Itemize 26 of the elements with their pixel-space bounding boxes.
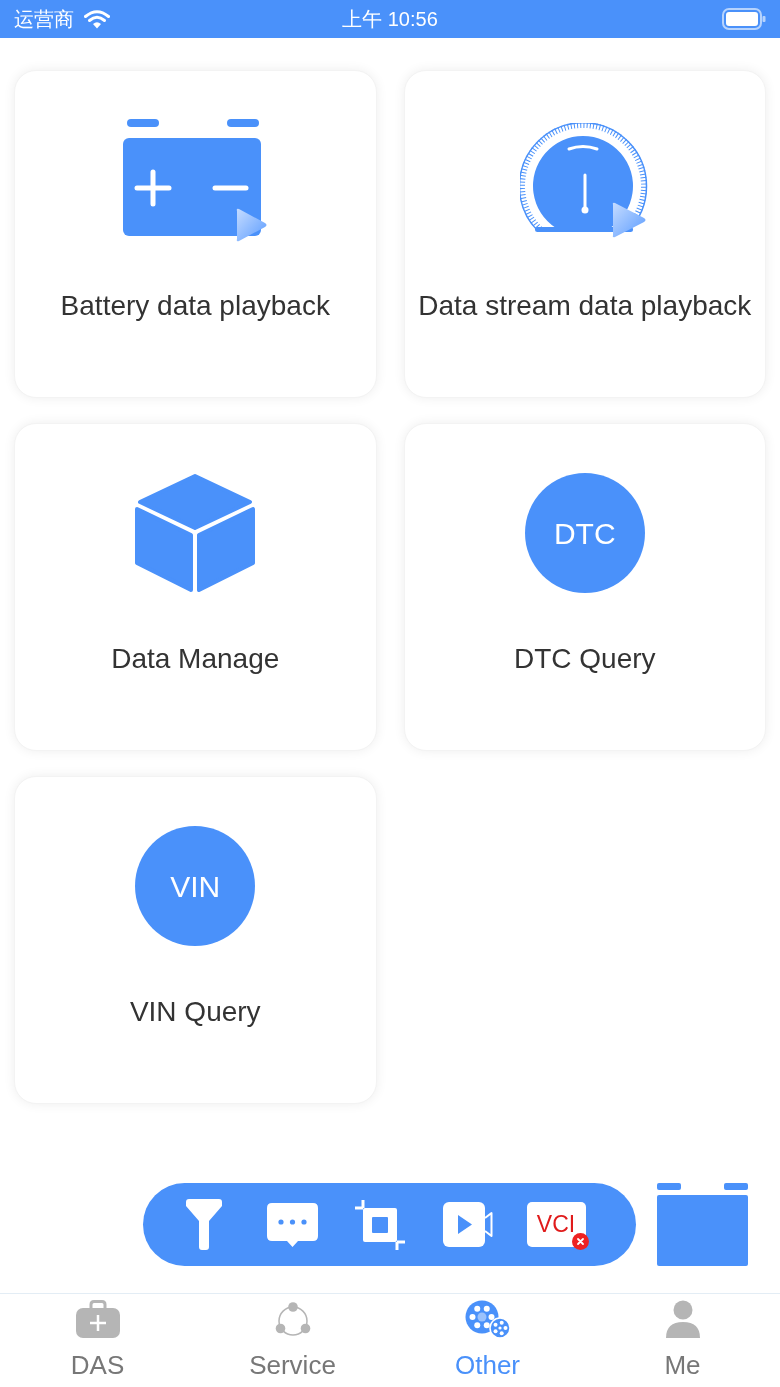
feature-tile[interactable]: Battery data playback [14, 70, 377, 398]
feature-tile[interactable]: VIN VIN Query [14, 776, 377, 1104]
tab[interactable]: DAS [0, 1294, 195, 1387]
feature-tile[interactable]: Data Manage [14, 423, 377, 751]
feature-tile[interactable]: DTC DTC Query [403, 423, 766, 751]
battery-play-icon [122, 118, 268, 242]
carrier-name: 运营商 [14, 7, 74, 32]
crop-icon [355, 1199, 405, 1250]
cube-icon [134, 473, 257, 593]
tab[interactable]: Service [195, 1294, 390, 1387]
message-icon [266, 1202, 318, 1247]
vci-button[interactable]: VCI [526, 1202, 586, 1247]
tab[interactable]: Me [585, 1294, 780, 1387]
gauge-play-icon [519, 122, 650, 238]
user-icon [664, 1300, 701, 1338]
battery-icon [722, 8, 766, 30]
status-time: 上午 10:56 [342, 7, 438, 32]
code-badge: DTC [524, 473, 645, 593]
battery-icon[interactable] [657, 1183, 748, 1266]
film-reel-icon [464, 1300, 511, 1338]
filter-icon [186, 1199, 222, 1250]
medical-kit-icon [75, 1300, 120, 1338]
code-badge: VIN [135, 826, 256, 946]
feature-tile[interactable]: Data stream data playback [403, 70, 766, 398]
wifi-icon [84, 9, 110, 29]
video-icon [443, 1202, 493, 1247]
